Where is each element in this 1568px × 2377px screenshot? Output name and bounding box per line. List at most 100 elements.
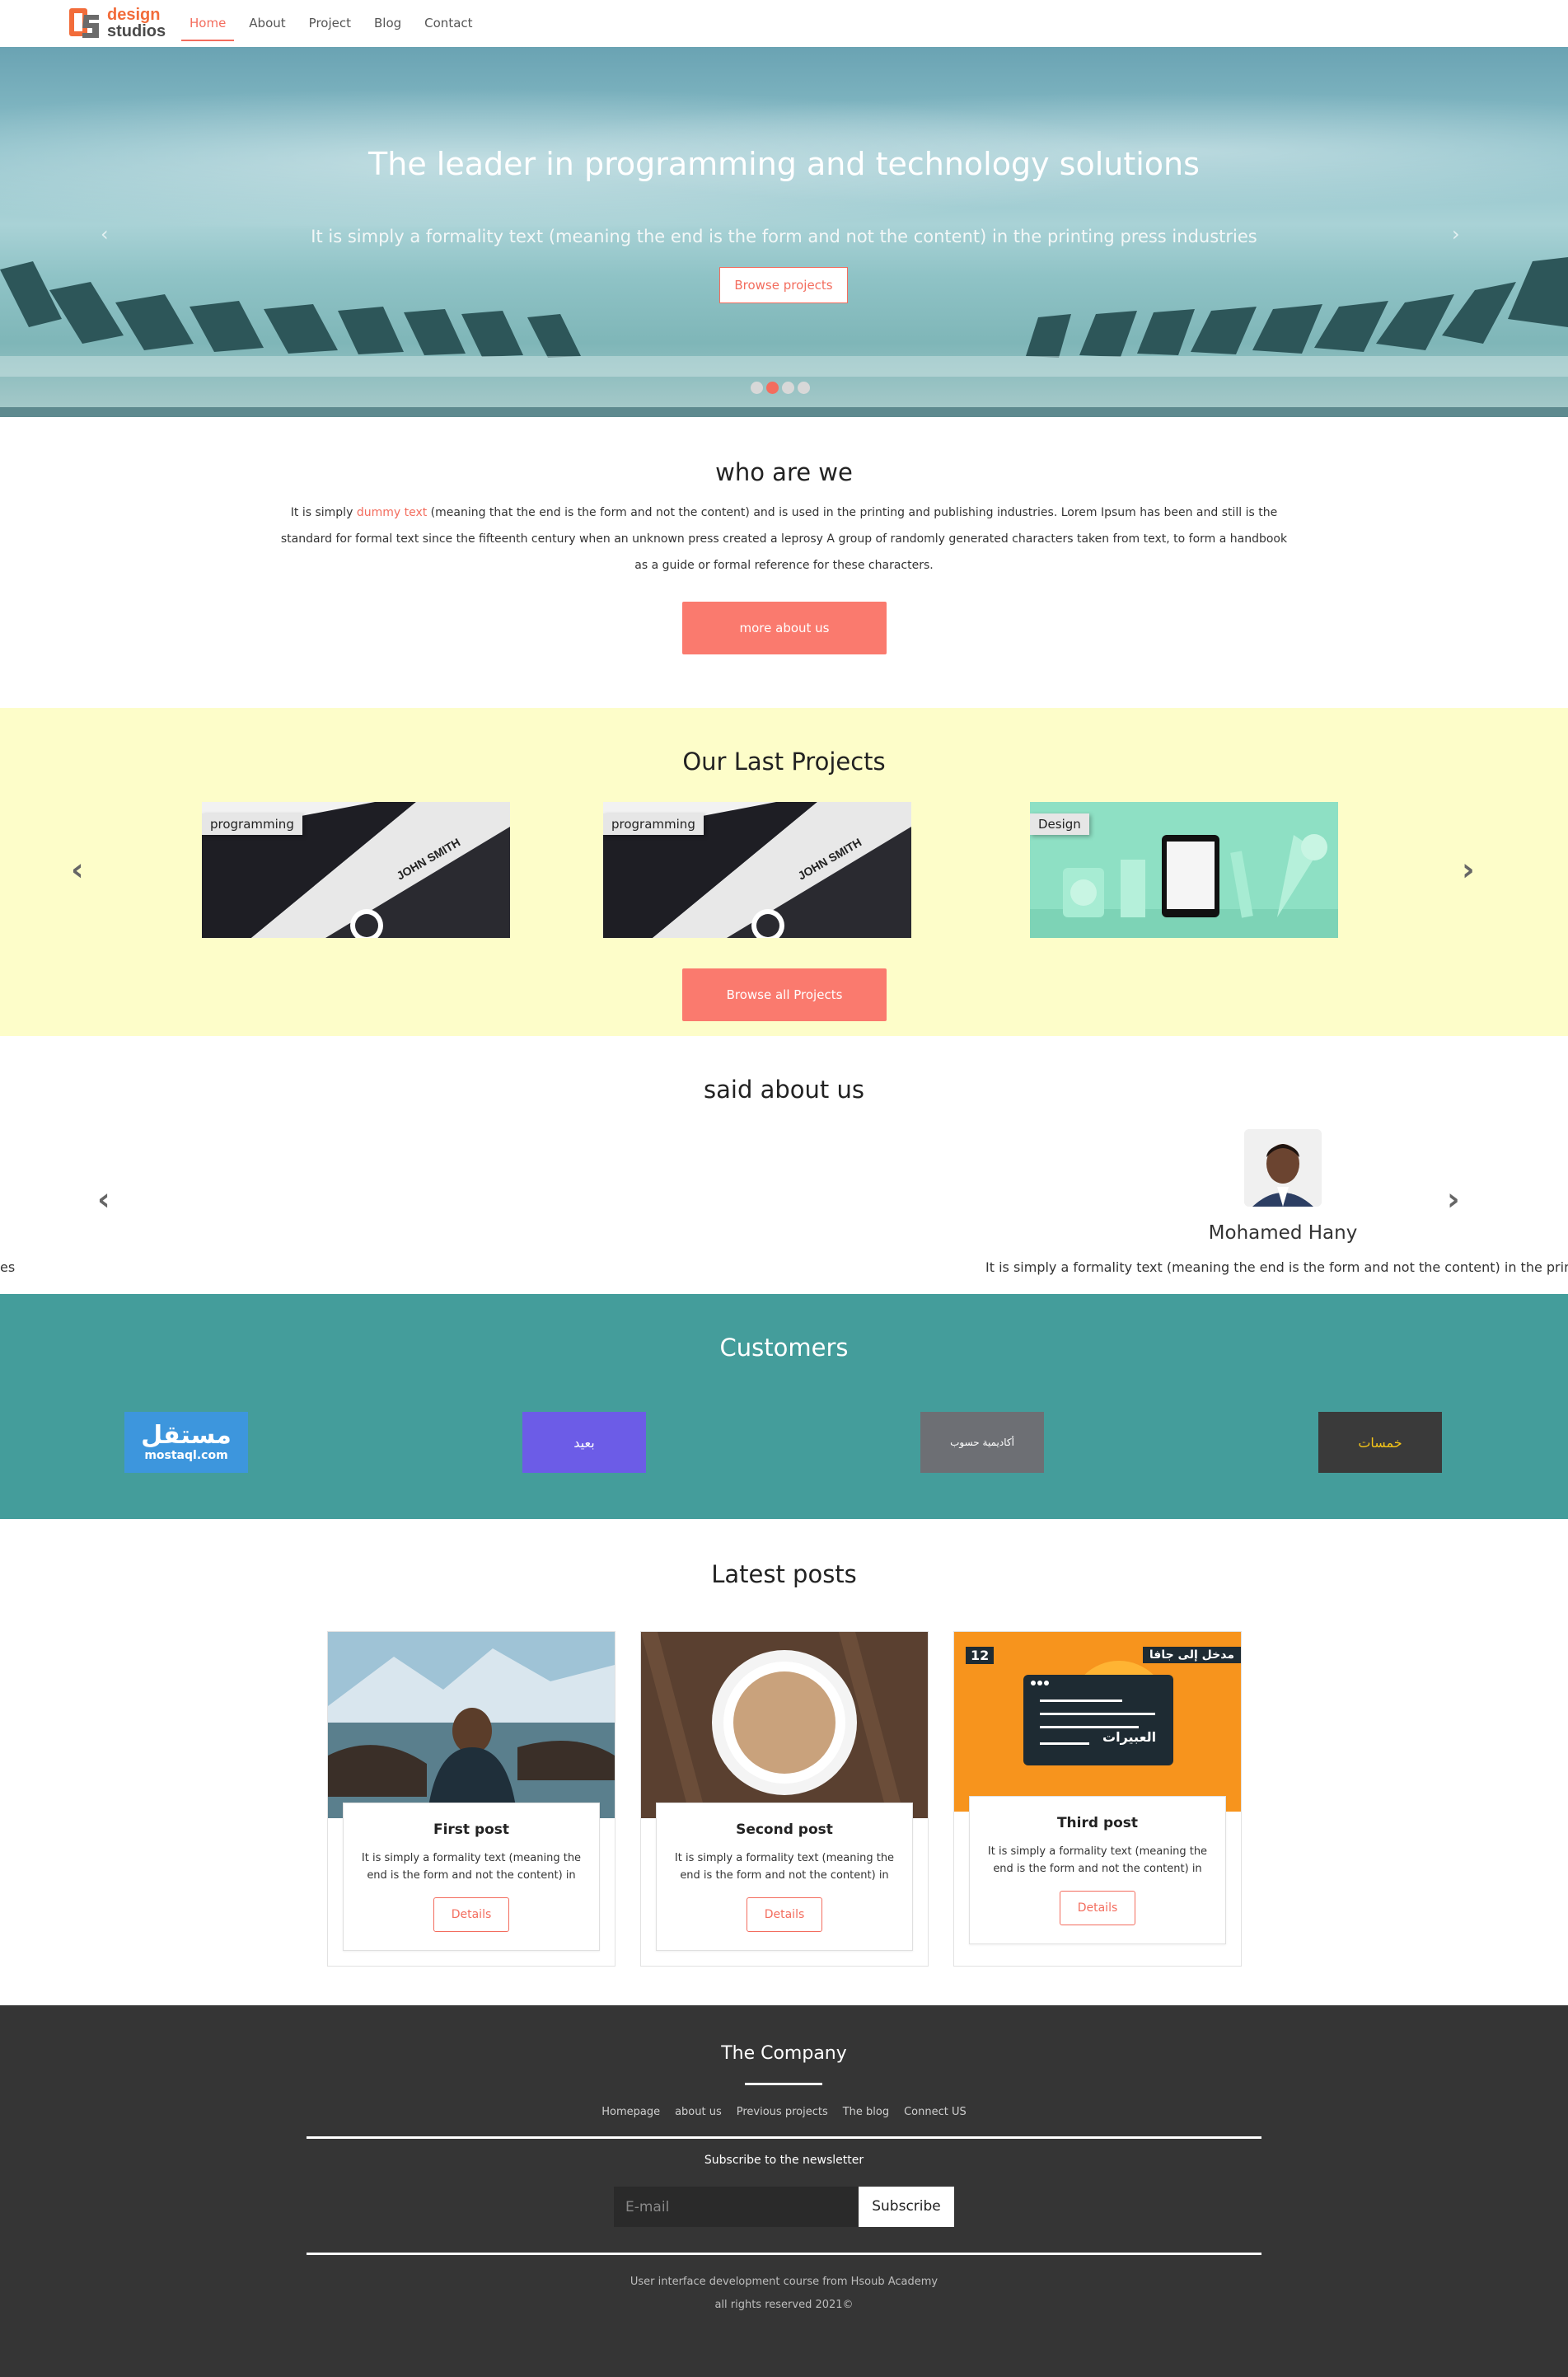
hero-slider: The leader in programming and technology… bbox=[0, 47, 1568, 417]
customer-logo-khamsat[interactable]: خمسات bbox=[1318, 1412, 1442, 1473]
project-card-2[interactable]: JOHN SMITH programming bbox=[603, 802, 911, 938]
nav-contact[interactable]: Contact bbox=[416, 0, 480, 47]
footer: The Company Homepage about us Previous p… bbox=[0, 2005, 1568, 2377]
newsletter-email-input[interactable] bbox=[614, 2187, 859, 2227]
footer-link-contact[interactable]: Connect US bbox=[904, 2106, 967, 2118]
project-card-1[interactable]: JOHN SMITH programming bbox=[202, 802, 510, 938]
mountain-lake-image bbox=[328, 1632, 615, 1818]
newsletter-label: Subscribe to the newsletter bbox=[704, 2154, 864, 2167]
post-title-3: Third post bbox=[1056, 1815, 1139, 1831]
customer-logo-baeed[interactable]: بعيد bbox=[522, 1412, 646, 1473]
mostaql-logo-en: mostaql.com bbox=[144, 1449, 228, 1462]
footer-credit: User interface development course from H… bbox=[630, 2276, 938, 2288]
hero-dot-2[interactable] bbox=[766, 382, 779, 394]
post-image-2 bbox=[641, 1632, 928, 1818]
post-details-button-3[interactable]: Details bbox=[1060, 1891, 1135, 1925]
post3-caption: العبيرات bbox=[1102, 1729, 1157, 1745]
coffee-cup-image bbox=[641, 1632, 928, 1818]
mostaql-logo-ar: مستقل bbox=[141, 1421, 232, 1450]
nav-project[interactable]: Project bbox=[301, 0, 359, 47]
khamsat-logo-text: خمسات bbox=[1358, 1434, 1402, 1451]
project-tag-1: programming bbox=[202, 813, 302, 835]
customer-logo-mostaql[interactable]: مستقل mostaql.com bbox=[124, 1412, 248, 1473]
logo-mark-icon bbox=[69, 8, 99, 38]
more-about-us-button[interactable]: more about us bbox=[682, 602, 887, 654]
footer-title: The Company bbox=[721, 2043, 847, 2064]
hero-title: The leader in programming and technology… bbox=[368, 146, 1200, 182]
hero-bottom-band bbox=[0, 407, 1568, 417]
post-text-2: It is simply a formality text (meaning t… bbox=[674, 1852, 895, 1882]
post-text-1: It is simply a formality text (meaning t… bbox=[361, 1852, 582, 1882]
brand-logo[interactable]: design studios bbox=[68, 5, 166, 43]
posts-section: Latest posts First post It is simply a f… bbox=[0, 1519, 1568, 2005]
brand-line1: design bbox=[107, 6, 161, 24]
customers-title: Customers bbox=[719, 1334, 849, 1362]
avatar bbox=[1244, 1129, 1322, 1207]
browse-all-projects-button[interactable]: Browse all Projects bbox=[682, 968, 887, 1021]
who-are-we-section: who are we It is simply dummy text (mean… bbox=[0, 417, 1568, 708]
who-title: who are we bbox=[715, 458, 853, 486]
who-text-before: It is simply bbox=[290, 506, 357, 519]
nav-blog[interactable]: Blog bbox=[366, 0, 410, 47]
testimonial-prev-edge-text: es bbox=[0, 1259, 16, 1275]
testimonials-prev-icon[interactable]: ‹ bbox=[97, 1181, 110, 1217]
testimonials-title: said about us bbox=[704, 1076, 864, 1104]
footer-link-projects[interactable]: Previous projects bbox=[737, 2106, 828, 2118]
post-title-2: Second post bbox=[736, 1821, 833, 1838]
posts-title: Latest posts bbox=[711, 1560, 857, 1588]
footer-divider-top bbox=[307, 2136, 1261, 2139]
testimonials-section: said about us ‹ › es Mohamed Hany It is … bbox=[0, 1036, 1568, 1294]
post-image-1 bbox=[328, 1632, 615, 1818]
code-window-icon bbox=[1023, 1661, 1173, 1765]
hero-next-icon[interactable]: › bbox=[1452, 223, 1460, 246]
hero-dot-4[interactable] bbox=[798, 382, 810, 394]
projects-section: Our Last Projects ‹ › JOHN SMITH program… bbox=[0, 708, 1568, 1036]
footer-divider-bottom bbox=[307, 2253, 1261, 2255]
post-body-1: First post It is simply a formality text… bbox=[343, 1803, 600, 1951]
project-card-3[interactable]: Design bbox=[1030, 802, 1338, 938]
customers-section: Customers مستقل mostaql.com بعيد أكاديمي… bbox=[0, 1294, 1568, 1519]
hero-dot-1[interactable] bbox=[751, 382, 763, 394]
post-details-button-2[interactable]: Details bbox=[747, 1897, 822, 1932]
person-avatar-icon bbox=[1244, 1129, 1322, 1207]
who-text-after: (meaning that the end is the form and no… bbox=[280, 506, 1288, 572]
baeed-logo-text: بعيد bbox=[573, 1434, 595, 1451]
footer-links: Homepage about us Previous projects The … bbox=[0, 2106, 1568, 2118]
project-tag-2: programming bbox=[603, 813, 704, 835]
who-text-highlight: dummy text bbox=[356, 506, 428, 519]
post-body-3: Third post It is simply a formality text… bbox=[969, 1796, 1226, 1944]
post-details-button-1[interactable]: Details bbox=[433, 1897, 509, 1932]
projects-prev-icon[interactable]: ‹ bbox=[71, 851, 84, 888]
footer-title-underline bbox=[745, 2083, 822, 2085]
post-card-3: 12 مدخل إلى جافا العبيرات Third post It … bbox=[953, 1631, 1242, 1967]
brand-line2: studios bbox=[107, 22, 166, 40]
hero-indicators bbox=[751, 382, 810, 394]
post-title-1: First post bbox=[433, 1821, 510, 1838]
post-card-2: Second post It is simply a formality tex… bbox=[640, 1631, 929, 1967]
post-body-2: Second post It is simply a formality tex… bbox=[656, 1803, 913, 1951]
nav-links: Home About Project Blog Contact bbox=[181, 0, 488, 47]
hero-subtitle: It is simply a formality text (meaning t… bbox=[311, 227, 1257, 246]
top-navbar: design studios Home About Project Blog C… bbox=[0, 0, 1568, 47]
testimonials-next-icon[interactable]: › bbox=[1447, 1181, 1460, 1217]
footer-link-blog[interactable]: The blog bbox=[843, 2106, 889, 2118]
post-card-1: First post It is simply a formality text… bbox=[327, 1631, 615, 1967]
project-tag-3: Design bbox=[1030, 813, 1089, 835]
customer-logo-academy[interactable]: أكاديمية حسوب bbox=[920, 1412, 1044, 1473]
post-text-3: It is simply a formality text (meaning t… bbox=[987, 1845, 1208, 1875]
testimonial-name: Mohamed Hany bbox=[1208, 1222, 1358, 1244]
projects-next-icon[interactable]: › bbox=[1462, 851, 1475, 888]
footer-copyright: all rights reserved 2021© bbox=[714, 2299, 854, 2311]
who-text: It is simply dummy text (meaning that th… bbox=[276, 499, 1292, 579]
hero-background bbox=[0, 47, 1568, 237]
browse-projects-button[interactable]: Browse projects bbox=[719, 267, 848, 303]
footer-link-about[interactable]: about us bbox=[675, 2106, 722, 2118]
subscribe-button[interactable]: Subscribe bbox=[859, 2187, 954, 2227]
hero-dot-3[interactable] bbox=[782, 382, 794, 394]
nav-home[interactable]: Home bbox=[181, 0, 235, 41]
academy-logo-text: أكاديمية حسوب bbox=[950, 1437, 1014, 1448]
nav-about[interactable]: About bbox=[241, 0, 293, 47]
footer-link-homepage[interactable]: Homepage bbox=[601, 2106, 660, 2118]
hero-prev-icon[interactable]: ‹ bbox=[101, 223, 109, 246]
post-image-3: 12 مدخل إلى جافا العبيرات bbox=[954, 1632, 1241, 1812]
